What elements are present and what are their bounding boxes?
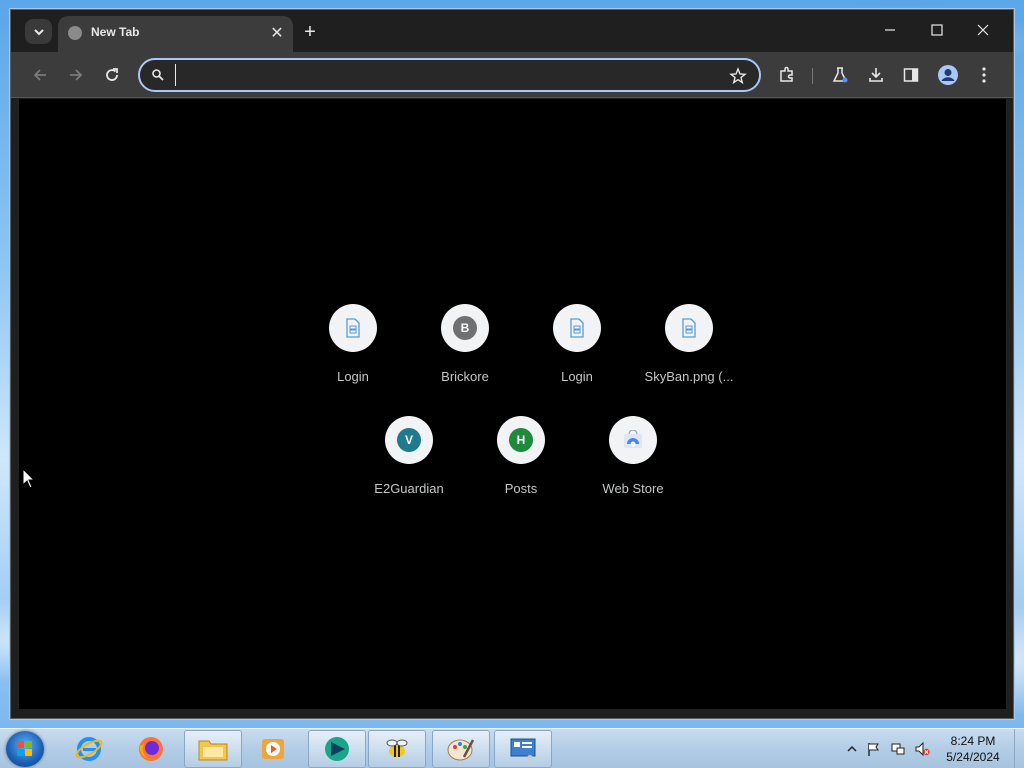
shortcut-icon-circle <box>553 304 601 352</box>
labs-button[interactable] <box>828 63 852 87</box>
shortcut-tile[interactable]: Login <box>297 304 409 404</box>
shortcut-label: Posts <box>504 481 538 496</box>
show-desktop-button[interactable] <box>1014 729 1024 768</box>
windows-logo-icon <box>17 741 32 756</box>
tab-title: New Tab <box>91 25 140 39</box>
search-icon <box>152 69 164 81</box>
tab-search-button[interactable] <box>25 19 52 44</box>
action-center-flag-icon[interactable] <box>866 741 882 757</box>
taskbar: 8:24 PM 5/24/2024 <box>0 728 1024 768</box>
start-button[interactable] <box>6 731 44 767</box>
globe-icon <box>68 26 82 40</box>
reload-button[interactable] <box>100 63 124 87</box>
minimize-button[interactable] <box>875 18 905 42</box>
arrow-right-icon <box>70 69 83 81</box>
address-input[interactable] <box>175 64 715 86</box>
show-hidden-icons-icon[interactable] <box>844 741 860 757</box>
taskbar-firefox[interactable] <box>122 730 180 768</box>
shortcut-tile[interactable]: V E2Guardian <box>353 416 465 516</box>
shortcut-label: SkyBan.png (... <box>644 369 734 384</box>
shortcut-label: Brickore <box>441 369 489 384</box>
taskbar-paint[interactable] <box>432 730 490 768</box>
chevron-down-icon <box>33 28 44 35</box>
extensions-button[interactable] <box>775 63 799 87</box>
shortcut-label: Login <box>561 369 593 384</box>
forward-button[interactable] <box>64 63 88 87</box>
shortcut-icon-circle <box>665 304 713 352</box>
letter-icon: H <box>509 428 533 452</box>
browser-app-icon <box>325 737 349 761</box>
side-panel-icon <box>903 68 919 82</box>
mouse-cursor-icon <box>22 468 36 489</box>
volume-muted-icon[interactable] <box>914 741 930 757</box>
network-icon[interactable] <box>890 741 906 757</box>
reload-icon <box>106 68 118 81</box>
page-icon <box>682 318 696 338</box>
shortcut-tile[interactable]: SkyBan.png (... <box>633 304 745 404</box>
clock-date: 5/24/2024 <box>946 750 1000 764</box>
media-player-icon <box>262 739 284 759</box>
minimize-icon <box>885 29 895 31</box>
download-icon <box>869 68 883 82</box>
clock[interactable]: 8:24 PM 5/24/2024 <box>936 733 1010 765</box>
web-store-icon <box>624 430 642 448</box>
close-icon <box>977 24 989 36</box>
arrow-left-icon <box>33 69 46 81</box>
profile-button[interactable] <box>936 63 960 87</box>
back-button[interactable] <box>28 63 52 87</box>
side-panel-button[interactable] <box>899 63 923 87</box>
shortcut-icon-circle: V <box>385 416 433 464</box>
flask-icon <box>832 67 848 83</box>
menu-button[interactable] <box>972 63 996 87</box>
internet-explorer-icon <box>75 737 103 761</box>
taskbar-control-panel[interactable] <box>494 730 552 768</box>
letter-icon: B <box>453 316 477 340</box>
paint-icon <box>447 739 475 761</box>
new-tab-page: Login B Brickore Login SkyBan.png (... V <box>19 99 1006 709</box>
shortcut-tile[interactable]: B Brickore <box>409 304 521 404</box>
file-explorer-icon <box>198 740 228 761</box>
shortcut-label: Login <box>337 369 369 384</box>
shortcut-icon-circle: B <box>441 304 489 352</box>
control-panel-icon <box>510 738 536 761</box>
browser-toolbar <box>11 52 1013 98</box>
letter-icon: V <box>397 428 421 452</box>
close-tab-icon[interactable]: ✕ <box>267 23 287 43</box>
kebab-menu-icon <box>982 67 986 83</box>
clock-time: 8:24 PM <box>950 734 996 748</box>
shortcut-label: Web Store <box>602 481 664 496</box>
taskbar-file-explorer[interactable] <box>184 730 242 768</box>
page-icon <box>570 318 584 338</box>
firefox-icon <box>139 737 163 761</box>
page-icon <box>346 318 360 338</box>
shortcut-icon-circle: H <box>497 416 545 464</box>
shortcut-tile[interactable]: Login <box>521 304 633 404</box>
shortcut-label: E2Guardian <box>374 481 444 496</box>
new-tab-button[interactable]: + <box>299 21 321 43</box>
bee-app-icon <box>386 739 408 757</box>
bookmark-star-icon[interactable] <box>729 67 747 85</box>
shortcut-icon-circle <box>329 304 377 352</box>
shortcut-tile[interactable]: Web Store <box>577 416 689 516</box>
shortcut-tile[interactable]: H Posts <box>465 416 577 516</box>
downloads-button[interactable] <box>864 63 888 87</box>
browser-window: New Tab ✕ + Login B Brickore Login SkyBa… <box>10 9 1014 719</box>
close-window-button[interactable] <box>968 18 998 42</box>
toolbar-divider <box>812 68 813 84</box>
maximize-icon <box>931 24 943 36</box>
puzzle-icon <box>780 66 793 82</box>
tab-strip: New Tab ✕ + <box>11 10 1013 52</box>
avatar-icon <box>938 65 958 85</box>
taskbar-browser[interactable] <box>308 730 366 768</box>
maximize-button[interactable] <box>922 18 952 42</box>
taskbar-bee-app[interactable] <box>368 730 426 768</box>
address-bar[interactable] <box>138 58 761 92</box>
taskbar-media-player[interactable] <box>244 730 302 768</box>
shortcut-icon-circle <box>609 416 657 464</box>
tab-new-tab[interactable]: New Tab ✕ <box>58 16 293 52</box>
taskbar-internet-explorer[interactable] <box>60 730 118 768</box>
